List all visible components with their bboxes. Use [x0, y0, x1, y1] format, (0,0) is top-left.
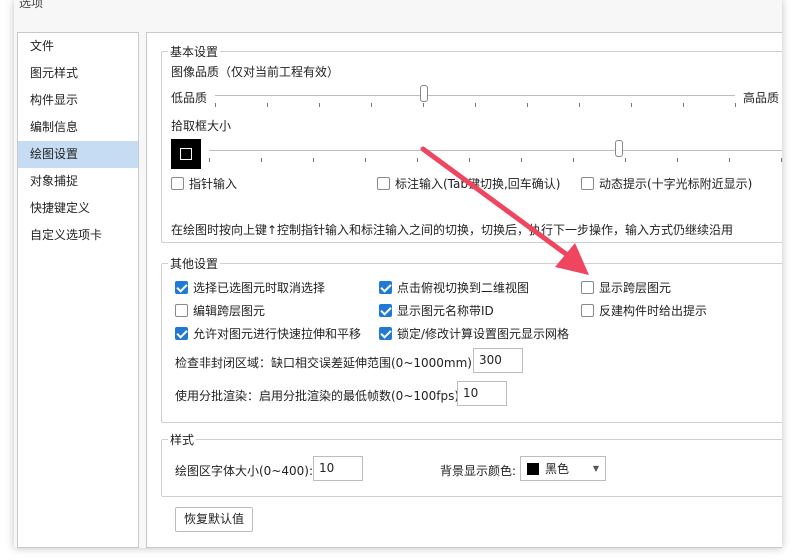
- dynamic-prompt-checkbox[interactable]: 动态提示(十字光标附近显示): [581, 175, 752, 192]
- quality-slider-tick: [267, 103, 268, 107]
- font-size-label: 绘图区字体大小(0~400):: [175, 464, 314, 478]
- quality-slider-tick: [735, 103, 736, 107]
- pickbox-slider-tick: [781, 158, 782, 162]
- quality-low-label: 低品质: [171, 91, 208, 105]
- pickbox-slider-tick: [417, 158, 418, 162]
- dialog-title: 选项: [19, 0, 44, 10]
- reverse-build-prompt-box[interactable]: [581, 304, 594, 317]
- lock-grid-checkbox[interactable]: 锁定/修改计算设置图元显示网格: [379, 325, 569, 342]
- quality-slider-tick: [319, 103, 320, 107]
- quality-slider-tick: [475, 103, 476, 107]
- gap-range-input[interactable]: 300: [473, 348, 523, 373]
- sidebar-item-element-style[interactable]: 图元样式: [18, 60, 138, 87]
- quality-high-label: 高品质: [743, 91, 780, 105]
- font-size-input[interactable]: 10: [313, 456, 363, 481]
- pointer-input-checkbox[interactable]: 指针输入: [171, 175, 237, 192]
- quality-slider-thumb[interactable]: [420, 85, 428, 102]
- gap-range-label: 检查非封闭区域：缺口相交误差延伸范围(0~1000mm):: [175, 356, 477, 370]
- options-dialog: 选项 文件 图元样式 构件显示 编制信息 绘图设置 对象捕捉 快捷键定义 自定义…: [14, 0, 782, 548]
- reverse-build-prompt-label: 反建构件时给出提示: [599, 304, 708, 318]
- quality-slider-tick: [527, 103, 528, 107]
- dim-input-label: 标注输入(Tab键切换,回车确认): [395, 177, 561, 191]
- edit-cross-layer-checkbox[interactable]: 编辑跨层图元: [175, 302, 265, 319]
- pickbox-slider-tick: [677, 158, 678, 162]
- lock-grid-label: 锁定/修改计算设置图元显示网格: [397, 327, 570, 341]
- show-cross-layer-checkbox[interactable]: 显示跨层图元: [581, 279, 671, 296]
- pickbox-slider-tick: [261, 158, 262, 162]
- dynamic-prompt-label: 动态提示(十字光标附近显示): [599, 177, 753, 191]
- quality-slider-track: [215, 95, 735, 96]
- top-view-2d-label: 点击俯视切换到二维视图: [397, 281, 530, 295]
- quick-stretch-box[interactable]: [175, 327, 188, 340]
- background-color-select[interactable]: 黑色 ▼: [520, 456, 606, 481]
- batch-render-label: 使用分批渲染：启用分批渲染的最低帧数(0~100fps):: [175, 389, 464, 403]
- basic-settings-legend: 基本设置: [170, 45, 219, 59]
- show-name-id-box[interactable]: [379, 304, 392, 317]
- edit-cross-layer-label: 编辑跨层图元: [193, 304, 266, 318]
- pickbox-slider-tick: [469, 158, 470, 162]
- quality-slider-tick: [423, 103, 424, 107]
- show-cross-layer-label: 显示跨层图元: [599, 281, 672, 295]
- pickbox-size-label: 拾取框大小: [171, 119, 232, 133]
- deselect-selected-label: 选择已选图元时取消选择: [193, 281, 326, 295]
- pickbox-preview: [171, 139, 201, 169]
- background-color-swatch: [527, 462, 539, 475]
- batch-render-input[interactable]: 10: [457, 381, 507, 406]
- pickbox-slider-tick: [365, 158, 366, 162]
- sidebar-item-drawing-settings[interactable]: 绘图设置: [18, 141, 138, 168]
- show-cross-layer-box[interactable]: [581, 281, 594, 294]
- quick-stretch-label: 允许对图元进行快速拉伸和平移: [193, 327, 362, 341]
- show-name-id-checkbox[interactable]: 显示图元名称带ID: [379, 302, 494, 319]
- image-quality-label: 图像品质（仅对当前工程有效）: [171, 65, 340, 79]
- quality-slider-tick: [631, 103, 632, 107]
- pickbox-slider-thumb[interactable]: [615, 140, 623, 157]
- pickbox-slider-tick: [521, 158, 522, 162]
- show-name-id-label: 显示图元名称带ID: [397, 304, 494, 318]
- pickbox-slider-tick: [729, 158, 730, 162]
- top-view-2d-checkbox[interactable]: 点击俯视切换到二维视图: [379, 279, 529, 296]
- quality-slider-tick: [683, 103, 684, 107]
- background-color-value: 黑色: [545, 462, 570, 476]
- pointer-input-box[interactable]: [171, 177, 184, 190]
- sidebar-item-shortcuts[interactable]: 快捷键定义: [18, 195, 138, 222]
- sidebar-item-object-snap[interactable]: 对象捕捉: [18, 168, 138, 195]
- background-color-label: 背景显示颜色:: [440, 464, 517, 478]
- pointer-input-label: 指针输入: [189, 177, 238, 191]
- quality-slider-tick: [579, 103, 580, 107]
- deselect-selected-box[interactable]: [175, 281, 188, 294]
- edit-cross-layer-box[interactable]: [175, 304, 188, 317]
- quality-slider-tick: [371, 103, 372, 107]
- input-switch-note: 在绘图时按向上键↑控制指针输入和标注输入之间的切换，切换后，执行下一步操作，输入…: [171, 223, 734, 237]
- deselect-selected-checkbox[interactable]: 选择已选图元时取消选择: [175, 279, 325, 296]
- sidebar-item-custom-tabs[interactable]: 自定义选项卡: [18, 222, 138, 249]
- pickbox-slider-tick: [625, 158, 626, 162]
- sidebar-item-file[interactable]: 文件: [18, 33, 138, 60]
- quick-stretch-checkbox[interactable]: 允许对图元进行快速拉伸和平移: [175, 325, 361, 342]
- restore-defaults-button[interactable]: 恢复默认值: [175, 507, 254, 532]
- pickbox-slider-tick: [313, 158, 314, 162]
- sidebar: 文件 图元样式 构件显示 编制信息 绘图设置 对象捕捉 快捷键定义 自定义选项卡: [17, 32, 139, 548]
- sidebar-item-compile-info[interactable]: 编制信息: [18, 114, 138, 141]
- sidebar-item-component-display[interactable]: 构件显示: [18, 87, 138, 114]
- lock-grid-box[interactable]: [379, 327, 392, 340]
- other-settings-legend: 其他设置: [170, 257, 219, 271]
- reverse-build-prompt-checkbox[interactable]: 反建构件时给出提示: [581, 302, 707, 319]
- style-legend: 样式: [170, 433, 195, 447]
- dynamic-prompt-box[interactable]: [581, 177, 594, 190]
- top-view-2d-box[interactable]: [379, 281, 392, 294]
- pickbox-slider-tick: [573, 158, 574, 162]
- pickbox-slider-track: [209, 150, 782, 151]
- dim-input-box[interactable]: [377, 177, 390, 190]
- chevron-down-icon: ▼: [592, 464, 599, 473]
- quality-slider-tick: [215, 103, 216, 107]
- dim-input-checkbox[interactable]: 标注输入(Tab键切换,回车确认): [377, 175, 561, 192]
- pickbox-slider-tick: [209, 158, 210, 162]
- settings-panel: 基本设置 图像品质（仅对当前工程有效） 低品质 高品质 拾取框大小 指针输入 标…: [146, 32, 782, 548]
